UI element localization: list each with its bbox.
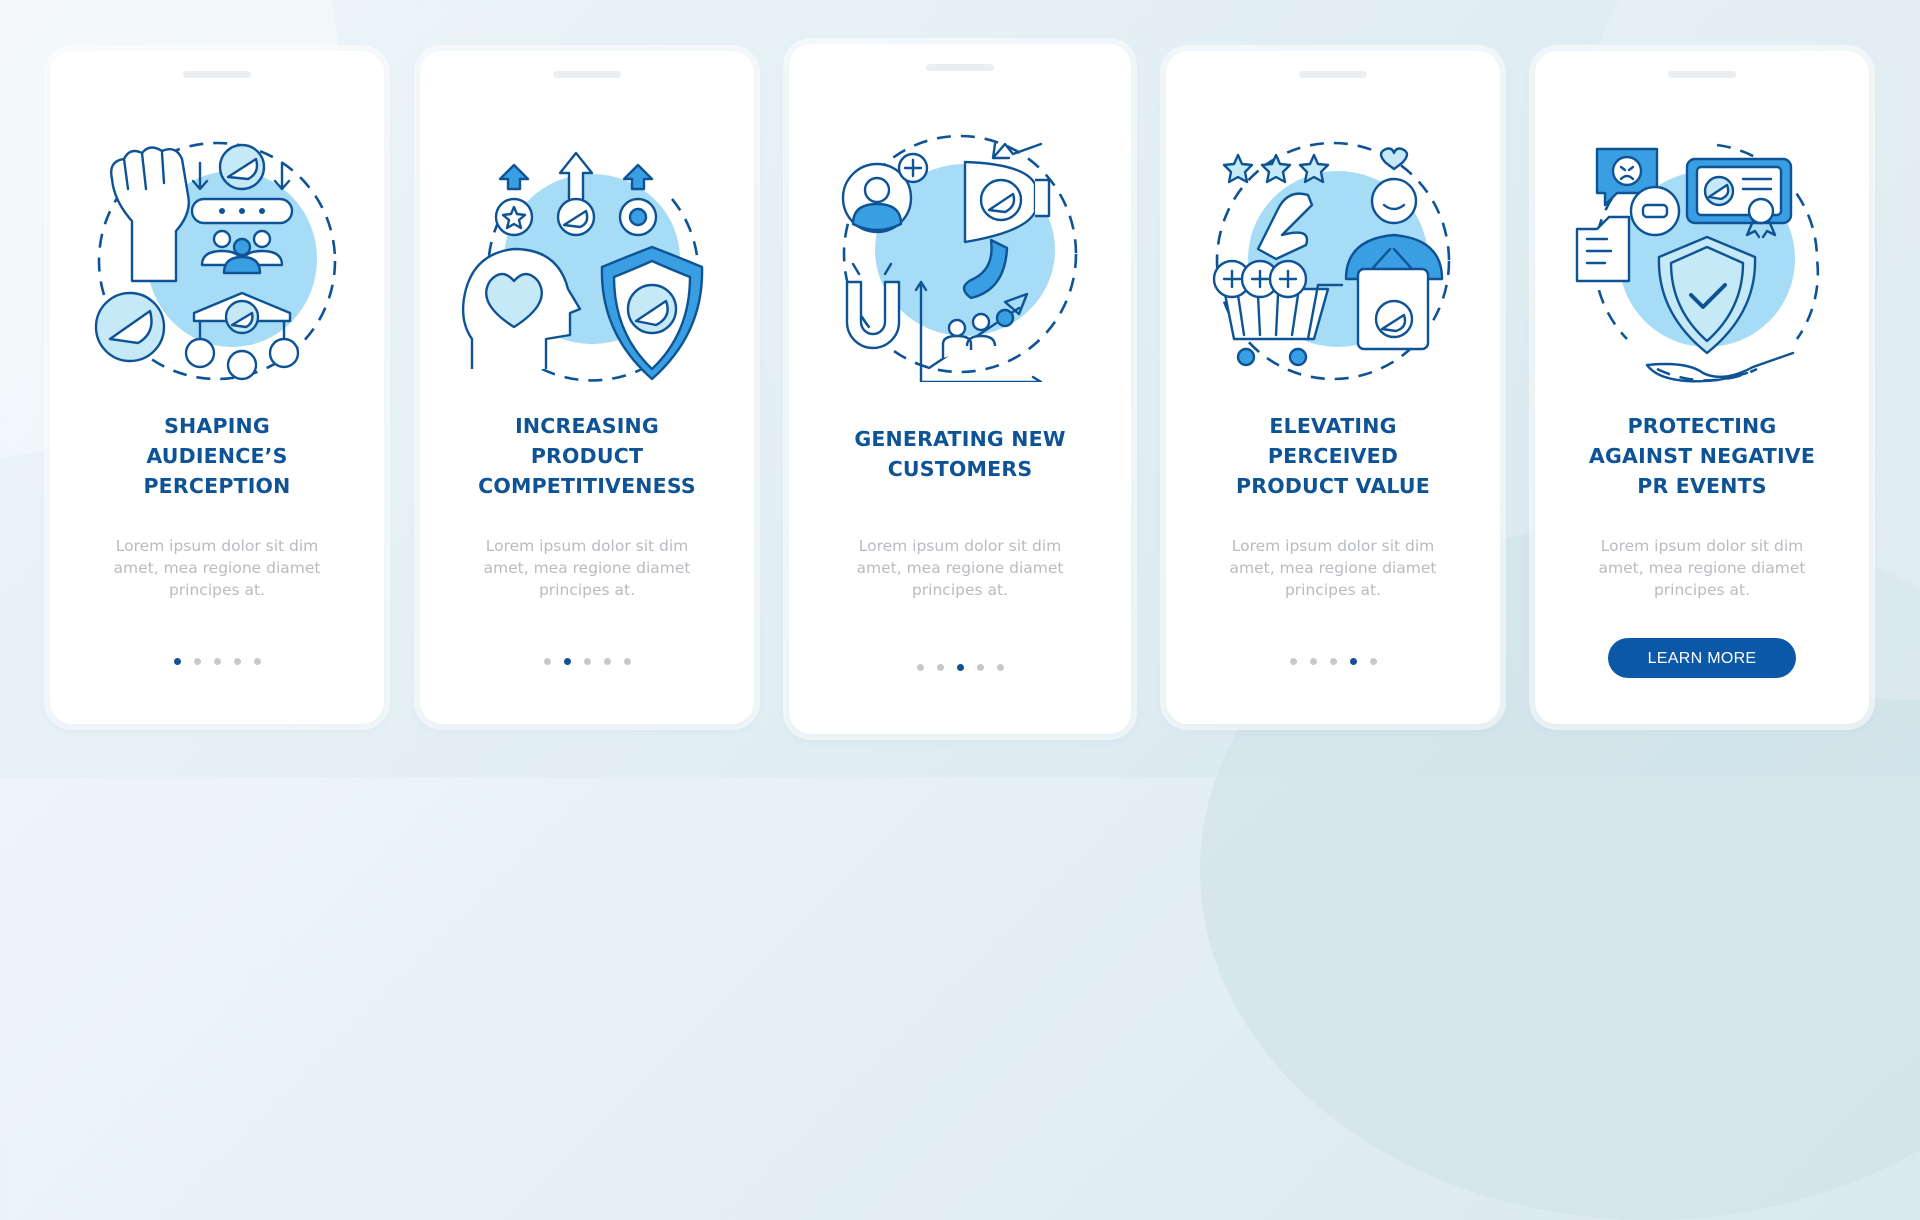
phone-notch xyxy=(1668,71,1736,78)
description-line: Lorem ipsum dolor sit dim xyxy=(858,537,1062,555)
onboarding-screen-3: GENERATING NEW CUSTOMERS Lorem ipsum dol… xyxy=(789,44,1131,734)
phone-notch xyxy=(553,71,621,78)
learn-more-button[interactable]: LEARN MORE xyxy=(1608,638,1796,678)
rating-stars-icon xyxy=(1222,153,1330,184)
page-dot[interactable] xyxy=(623,658,631,665)
page-dot[interactable] xyxy=(916,664,924,671)
new-customers-illustration xyxy=(841,134,1078,382)
page-dot[interactable] xyxy=(936,664,944,671)
title-line: GENERATING NEW xyxy=(854,427,1066,451)
star-badge-icon xyxy=(494,197,534,237)
description-line: principes at. xyxy=(911,581,1009,599)
page-indicator[interactable] xyxy=(50,658,384,665)
description-line: principes at. xyxy=(168,581,266,599)
description-line: Lorem ipsum dolor sit dim xyxy=(1231,537,1435,555)
page-dot[interactable] xyxy=(1369,658,1377,665)
page-dot[interactable] xyxy=(996,664,1004,671)
customer-icon xyxy=(1370,177,1418,225)
title-line: COMPETITIVENESS xyxy=(478,474,696,498)
page-dot[interactable] xyxy=(976,664,984,671)
page-dot[interactable] xyxy=(1309,658,1317,665)
title-line: CUSTOMERS xyxy=(887,457,1033,481)
description-line: amet, mea regione diamet xyxy=(856,559,1064,577)
title-line: AGAINST NEGATIVE xyxy=(1588,444,1816,468)
phone-notch xyxy=(183,71,251,78)
onboarding-screen-4: ELEVATING PERCEIVED PRODUCT VALUE Lorem … xyxy=(1166,51,1500,724)
page-indicator[interactable] xyxy=(420,658,754,665)
description-line: Lorem ipsum dolor sit dim xyxy=(1600,537,1804,555)
screen-title: SHAPING AUDIENCE’S PERCEPTION xyxy=(60,411,374,501)
perceived-value-illustration xyxy=(1212,141,1451,381)
description-line: Lorem ipsum dolor sit dim xyxy=(115,537,319,555)
phone-notch xyxy=(926,64,994,71)
page-indicator[interactable] xyxy=(1166,658,1500,665)
screen-title: PROTECTING AGAINST NEGATIVE PR EVENTS xyxy=(1545,411,1859,501)
page-dot[interactable] xyxy=(603,658,611,665)
page-dot[interactable] xyxy=(1329,658,1337,665)
screen-description: Lorem ipsum dolor sit dim amet, mea regi… xyxy=(1186,535,1480,601)
page-dot[interactable] xyxy=(543,658,551,665)
screen-title: GENERATING NEW CUSTOMERS xyxy=(799,424,1121,484)
title-line: AUDIENCE’S xyxy=(146,444,288,468)
pr-protection-illustration xyxy=(1575,143,1820,383)
magnet-icon xyxy=(845,280,901,350)
arrow-up-icon xyxy=(498,163,530,191)
page-dot[interactable] xyxy=(1289,658,1297,665)
title-line: PERCEPTION xyxy=(143,474,291,498)
screen-description: Lorem ipsum dolor sit dim amet, mea regi… xyxy=(809,535,1111,601)
angry-face-icon xyxy=(1611,155,1643,187)
onboarding-screen-5: PROTECTING AGAINST NEGATIVE PR EVENTS Lo… xyxy=(1535,51,1869,724)
thumbs-down-icon xyxy=(1575,215,1631,283)
raised-fist-icon xyxy=(110,146,190,283)
description-line: amet, mea regione diamet xyxy=(113,559,321,577)
page-dot-active[interactable] xyxy=(1349,658,1357,665)
description-line: Lorem ipsum dolor sit dim xyxy=(485,537,689,555)
screen-title: ELEVATING PERCEIVED PRODUCT VALUE xyxy=(1176,411,1490,501)
description-line: principes at. xyxy=(1653,581,1751,599)
title-line: INCREASING xyxy=(515,414,659,438)
description-line: principes at. xyxy=(1284,581,1382,599)
phone-notch xyxy=(1299,71,1367,78)
title-line: PR EVENTS xyxy=(1637,474,1767,498)
page-dot[interactable] xyxy=(233,658,241,665)
onboarding-screen-1: SHAPING AUDIENCE’S PERCEPTION Lorem ipsu… xyxy=(50,51,384,724)
screen-description: Lorem ipsum dolor sit dim amet, mea regi… xyxy=(1555,535,1849,601)
open-hand-icon xyxy=(1645,351,1795,383)
page-dot-active[interactable] xyxy=(956,664,964,671)
page-dot[interactable] xyxy=(193,658,201,665)
award-ribbon-icon xyxy=(1747,197,1775,225)
page-dot-active[interactable] xyxy=(173,658,181,665)
audience-perception-illustration xyxy=(94,141,337,381)
description-line: amet, mea regione diamet xyxy=(1598,559,1806,577)
page-dot[interactable] xyxy=(253,658,261,665)
title-line: PRODUCT VALUE xyxy=(1236,474,1430,498)
screen-description: Lorem ipsum dolor sit dim amet, mea regi… xyxy=(440,535,734,601)
description-line: principes at. xyxy=(538,581,636,599)
onboarding-screen-2: INCREASING PRODUCT COMPETITIVENESS Lorem… xyxy=(420,51,754,724)
page-dot[interactable] xyxy=(583,658,591,665)
title-line: ELEVATING xyxy=(1269,414,1397,438)
page-indicator[interactable] xyxy=(789,664,1131,671)
description-line: amet, mea regione diamet xyxy=(483,559,691,577)
page-dot[interactable] xyxy=(213,658,221,665)
description-line: amet, mea regione diamet xyxy=(1229,559,1437,577)
title-line: SHAPING xyxy=(164,414,270,438)
title-line: PERCEIVED xyxy=(1267,444,1399,468)
title-line: PROTECTING xyxy=(1627,414,1777,438)
product-competitiveness-illustration xyxy=(461,151,704,382)
screen-title: INCREASING PRODUCT COMPETITIVENESS xyxy=(430,411,744,501)
page-dot-active[interactable] xyxy=(563,658,571,665)
title-line: PRODUCT xyxy=(530,444,644,468)
screen-description: Lorem ipsum dolor sit dim amet, mea regi… xyxy=(70,535,364,601)
